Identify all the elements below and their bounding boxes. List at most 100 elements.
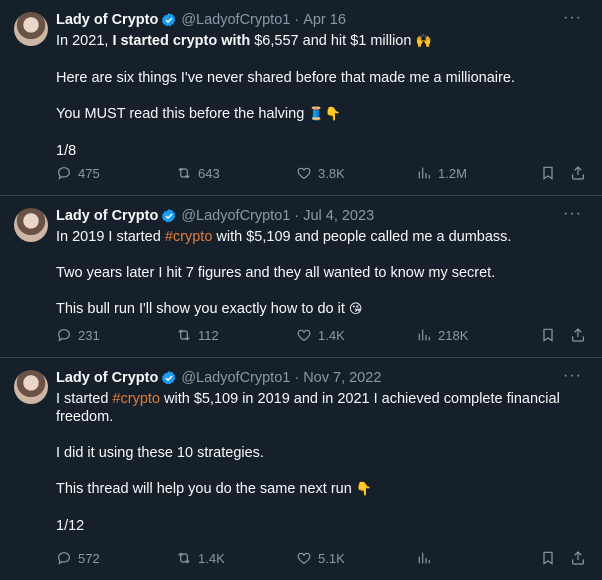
tweet-text: In 2019 I started #crypto with $5,109 an… — [56, 228, 586, 319]
heart-icon — [297, 167, 311, 180]
speech-bubble-icon — [58, 167, 70, 180]
separator-dot: · — [294, 12, 300, 28]
tweet-date[interactable]: Jul 4, 2023 — [303, 208, 374, 224]
bookmark-button[interactable] — [540, 165, 556, 181]
speech-bubble-icon — [58, 329, 70, 342]
repost-button[interactable]: 643 — [176, 165, 296, 181]
avatar[interactable] — [14, 12, 48, 46]
share-upload-icon — [572, 551, 584, 565]
share-button[interactable] — [570, 327, 586, 343]
tweet-date[interactable]: Apr 16 — [303, 12, 346, 28]
reply-button[interactable]: 475 — [56, 165, 176, 181]
bookmark-icon — [543, 328, 553, 342]
repost-button[interactable]: 112 — [176, 327, 296, 343]
author-name[interactable]: Lady of Crypto — [56, 370, 158, 386]
text-run: In 2021, — [56, 33, 113, 49]
tweet-paragraph: Here are six things I've never shared be… — [56, 70, 515, 86]
bookmark-button[interactable] — [540, 327, 556, 343]
verified-badge-icon — [161, 370, 177, 386]
tweet-text: In 2021, I started crypto with $6,557 an… — [56, 32, 586, 160]
tweet-text: I started #crypto with $5,109 in 2019 an… — [56, 390, 586, 535]
separator-dot: · — [294, 208, 300, 224]
tweet-actions: 572 1.4K 5.1K — [56, 550, 586, 566]
bar-chart-icon — [418, 329, 430, 341]
more-options-icon[interactable]: ··· — [563, 368, 582, 384]
repost-count: 112 — [198, 327, 219, 343]
tweet-header: Lady of Crypto @LadyofCrypto1 · Nov 7, 2… — [56, 368, 586, 388]
view-count: 218K — [438, 327, 469, 343]
repost-arrows-icon — [178, 167, 190, 179]
like-count: 5.1K — [318, 550, 345, 566]
author-handle[interactable]: @LadyofCrypto1 — [181, 208, 290, 224]
tweet-paragraph: In 2021, I started crypto with $6,557 an… — [56, 32, 586, 51]
tweet-paragraph: You MUST read this before the halving 🧵👇 — [56, 105, 586, 124]
bookmark-icon — [543, 551, 553, 565]
verified-badge-icon — [161, 208, 177, 224]
reply-count: 231 — [78, 327, 100, 343]
author-handle[interactable]: @LadyofCrypto1 — [181, 12, 290, 28]
author-name[interactable]: Lady of Crypto — [56, 12, 158, 28]
share-button[interactable] — [570, 165, 586, 181]
emoji: 🙌 — [415, 34, 432, 49]
like-count: 3.8K — [318, 165, 345, 181]
tweet-header: Lady of Crypto @LadyofCrypto1 · Apr 16 — [56, 10, 586, 30]
reply-button[interactable]: 572 — [56, 550, 176, 566]
tweet-feed: Lady of Crypto @LadyofCrypto1 · Apr 16 ·… — [0, 0, 602, 580]
tweet-paragraph: This thread will help you do the same ne… — [56, 480, 586, 499]
tweet[interactable]: Lady of Crypto @LadyofCrypto1 · Apr 16 ·… — [0, 0, 602, 196]
bookmark-icon — [543, 166, 553, 180]
tweet-header: Lady of Crypto @LadyofCrypto1 · Jul 4, 2… — [56, 206, 586, 226]
share-upload-icon — [572, 166, 584, 180]
hashtag-link[interactable]: #crypto — [165, 229, 213, 245]
text-run: This bull run I'll show you exactly how … — [56, 301, 349, 317]
tweet-paragraph: 1/12 — [56, 518, 85, 534]
bar-chart-icon — [418, 167, 430, 179]
tweet[interactable]: Lady of Crypto @LadyofCrypto1 · Nov 7, 2… — [0, 358, 602, 580]
bookmark-button[interactable] — [540, 550, 556, 566]
more-options-icon[interactable]: ··· — [563, 206, 582, 222]
reply-button[interactable]: 231 — [56, 327, 176, 343]
bar-chart-icon — [418, 552, 430, 564]
author-name[interactable]: Lady of Crypto — [56, 208, 158, 224]
repost-count: 643 — [198, 165, 220, 181]
more-options-icon[interactable]: ··· — [563, 10, 582, 26]
tweet-date[interactable]: Nov 7, 2022 — [303, 370, 381, 386]
repost-arrows-icon — [178, 552, 190, 564]
tweet-paragraph: In 2019 I started #crypto with $5,109 an… — [56, 228, 586, 246]
like-button[interactable]: 1.4K — [296, 327, 416, 343]
share-button[interactable] — [570, 550, 586, 566]
emoji: 🧵👇 — [308, 107, 341, 122]
tweet-paragraph: Two years later I hit 7 figures and they… — [56, 265, 496, 281]
heart-icon — [297, 329, 311, 342]
author-handle[interactable]: @LadyofCrypto1 — [181, 370, 290, 386]
view-count: 1.2M — [438, 165, 467, 181]
heart-icon — [297, 552, 311, 565]
views-button[interactable]: 1.2M — [416, 165, 526, 181]
emoji: 👇 — [355, 482, 373, 497]
views-button[interactable] — [416, 550, 526, 566]
share-upload-icon — [572, 328, 584, 342]
text-run: This thread will help you do the same ne… — [56, 481, 356, 497]
hashtag-link[interactable]: #crypto — [112, 391, 160, 407]
repost-arrows-icon — [178, 329, 190, 341]
text-run: You MUST read this before the halving — [56, 106, 309, 122]
views-button[interactable]: 218K — [416, 327, 526, 343]
reply-count: 475 — [78, 165, 100, 181]
tweet-paragraph: 1/8 — [56, 143, 77, 159]
verified-badge-icon — [161, 12, 177, 28]
tweet-paragraph: I started #crypto with $5,109 in 2019 an… — [56, 390, 586, 426]
text-run: In 2019 I started — [56, 229, 165, 245]
repost-button[interactable]: 1.4K — [176, 550, 296, 566]
like-button[interactable]: 5.1K — [296, 550, 416, 566]
avatar[interactable] — [14, 370, 48, 404]
tweet[interactable]: Lady of Crypto @LadyofCrypto1 · Jul 4, 2… — [0, 196, 602, 358]
avatar[interactable] — [14, 208, 48, 242]
separator-dot: · — [294, 370, 300, 386]
like-button[interactable]: 3.8K — [296, 165, 416, 181]
text-run: $6,557 and hit $1 million — [250, 33, 416, 49]
text-run: I started — [56, 391, 113, 407]
